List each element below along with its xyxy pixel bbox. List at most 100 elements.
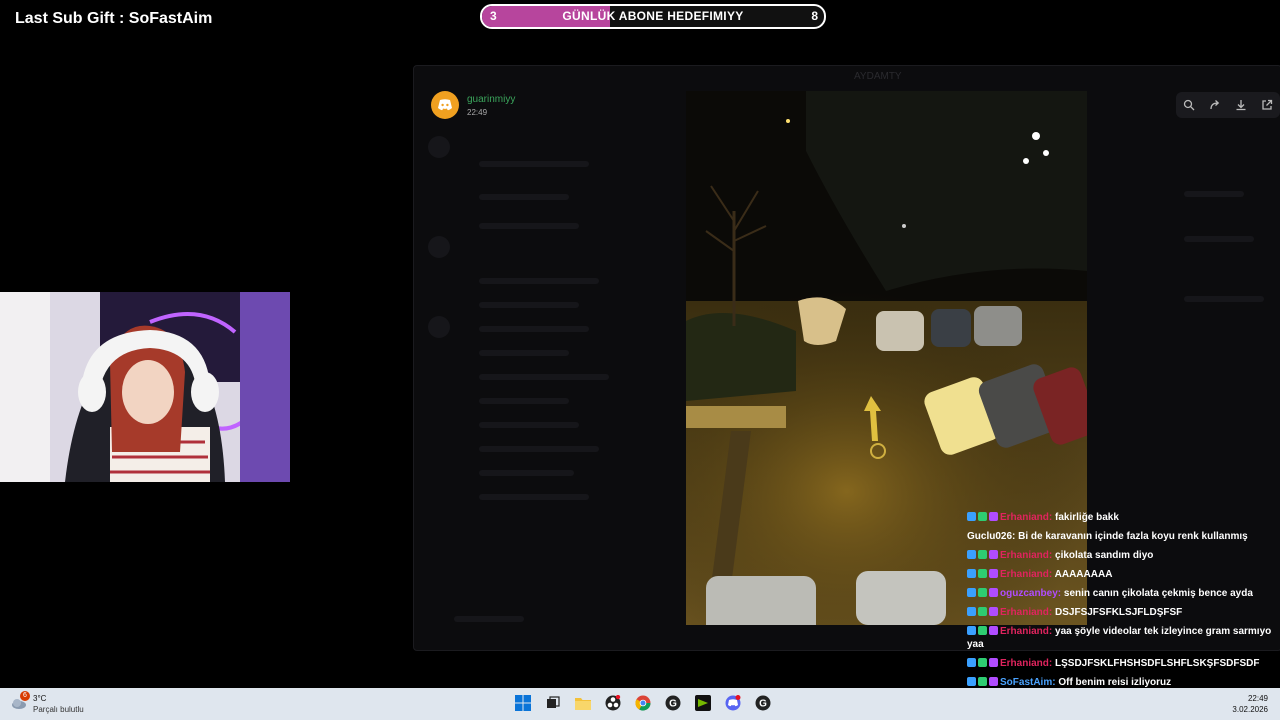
channel-item — [479, 494, 589, 500]
server-icon — [428, 236, 450, 258]
chat-badge-icon — [978, 607, 987, 616]
chat-badge-icon — [978, 550, 987, 559]
svg-text:G: G — [759, 699, 767, 710]
chat-badge-icon — [989, 569, 998, 578]
chat-message: oguzcanbey: senin canın çikolata çekmiş … — [967, 587, 1275, 600]
member-item — [1184, 296, 1264, 302]
stream-chat: Erhaniand: fakirliğe bakk Guclu026: Bi de… — [967, 511, 1275, 714]
viewer-toolbar — [1176, 92, 1280, 118]
chat-badge-icon — [967, 677, 976, 686]
chat-text: senin canın çikolata çekmiş bence ayda — [1061, 588, 1253, 599]
channel-item — [479, 398, 569, 404]
chat-badge-icon — [967, 550, 976, 559]
svg-text:G: G — [669, 699, 677, 710]
chat-badge-icon — [989, 677, 998, 686]
user-panel — [454, 616, 524, 622]
windows-start-icon[interactable] — [512, 692, 534, 714]
taskbar-apps: G G — [512, 692, 774, 714]
file-explorer-icon[interactable] — [572, 692, 594, 714]
open-external-icon[interactable] — [1259, 97, 1275, 113]
discord-icon[interactable] — [722, 692, 744, 714]
channel-item — [479, 161, 589, 167]
chat-message: Guclu026: Bi de karavanın içinde fazla k… — [967, 530, 1275, 543]
chat-badge-icon — [967, 588, 976, 597]
discord-window-title: AYDAMTY — [854, 71, 902, 82]
streamer-webcam-image — [0, 292, 290, 482]
task-view-icon[interactable] — [542, 692, 564, 714]
chat-username[interactable]: Erhaniand: — [1000, 607, 1052, 618]
chat-username[interactable]: Erhaniand: — [1000, 626, 1052, 637]
discord-logo-icon — [438, 99, 452, 111]
chat-badge-icon — [989, 512, 998, 521]
chat-text: DSJFSJFSFKLSJFLDŞFSF — [1052, 607, 1183, 618]
channel-item — [479, 350, 569, 356]
chat-text: Bi de karavanın içinde fazla koyu renk k… — [1015, 531, 1248, 542]
channel-item — [479, 278, 599, 284]
chat-message: Erhaniand: DSJFSJFSFKLSJFLDŞFSF — [967, 606, 1275, 619]
channel-item — [479, 422, 579, 428]
channel-item — [479, 470, 574, 476]
chat-text: AAAAAAAA — [1052, 569, 1113, 580]
forward-icon[interactable] — [1207, 97, 1223, 113]
server-icon — [428, 316, 450, 338]
windows-taskbar: 6 3°C Parçalı bulutlu G G 22:49 3.02.202… — [0, 688, 1280, 720]
chat-badge-icon — [967, 658, 976, 667]
channel-item — [479, 446, 599, 452]
chat-badge-icon — [978, 588, 987, 597]
chat-username[interactable]: oguzcanbey: — [1000, 588, 1061, 599]
chat-badge-icon — [978, 626, 987, 635]
chat-badge-icon — [989, 607, 998, 616]
taskbar-date[interactable]: 3.02.2026 — [1232, 705, 1268, 714]
chrome-icon[interactable] — [632, 692, 654, 714]
zoom-icon[interactable] — [1181, 97, 1197, 113]
chat-message: Erhaniand: LŞSDJFSKLFHSHSDFLSHFLSKŞFSDFS… — [967, 657, 1275, 670]
chat-message: Erhaniand: yaa şöyle videolar tek izleyi… — [967, 625, 1275, 651]
last-sub-gift-label: Last Sub Gift : SoFastAim — [15, 10, 213, 27]
channel-item — [479, 326, 589, 332]
chat-badge-icon — [967, 626, 976, 635]
taskbar-time[interactable]: 22:49 — [1248, 694, 1268, 703]
chat-message: Erhaniand: çikolata sandım diyo — [967, 549, 1275, 562]
chat-message: Erhaniand: fakirliğe bakk — [967, 511, 1275, 524]
chat-text: fakirliğe bakk — [1052, 512, 1119, 523]
chat-badge-icon — [967, 607, 976, 616]
chat-badge-icon — [967, 569, 976, 578]
discord-avatar[interactable] — [431, 91, 459, 119]
chat-username[interactable]: Guclu026: — [967, 531, 1015, 542]
chat-username[interactable]: Erhaniand: — [1000, 658, 1052, 669]
sub-goal-target: 8 — [811, 9, 818, 23]
chat-badge-icon — [989, 588, 998, 597]
chat-badge-icon — [989, 550, 998, 559]
chat-badge-icon — [978, 569, 987, 578]
channel-item — [479, 194, 569, 200]
chat-badge-icon — [989, 626, 998, 635]
sub-goal-title: GÜNLÜK ABONE HEDEFIMIYY — [562, 9, 744, 23]
member-item — [1184, 236, 1254, 242]
chat-badge-icon — [978, 512, 987, 521]
weather-badge: 6 — [20, 691, 30, 701]
sub-goal-bar: 3 GÜNLÜK ABONE HEDEFIMIYY 8 — [480, 4, 826, 29]
app-g2-icon[interactable]: G — [752, 692, 774, 714]
chat-message: Erhaniand: AAAAAAAA — [967, 568, 1275, 581]
member-item — [1184, 191, 1244, 197]
chat-username[interactable]: Erhaniand: — [1000, 550, 1052, 561]
server-icon — [428, 136, 450, 158]
chat-badge-icon — [989, 658, 998, 667]
chat-badge-icon — [967, 512, 976, 521]
viewer-username[interactable]: guarinmiyy — [467, 94, 515, 105]
chat-badge-icon — [978, 658, 987, 667]
download-icon[interactable] — [1233, 97, 1249, 113]
obs-icon[interactable] — [602, 692, 624, 714]
chat-text: Off benim reisi izliyoruz — [1055, 677, 1172, 688]
chat-username[interactable]: Erhaniand: — [1000, 569, 1052, 580]
chat-username[interactable]: SoFastAim: — [1000, 677, 1056, 688]
chat-text: çikolata sandım diyo — [1052, 550, 1154, 561]
nvidia-icon[interactable] — [692, 692, 714, 714]
channel-item — [479, 374, 609, 380]
weather-description: Parçalı bulutlu — [33, 705, 84, 714]
chat-text: LŞSDJFSKLFHSHSDFLSHFLSKŞFSDFSDF — [1052, 658, 1260, 669]
weather-temperature: 3°C — [33, 694, 47, 703]
app-g-icon[interactable]: G — [662, 692, 684, 714]
channel-item — [479, 223, 579, 229]
chat-username[interactable]: Erhaniand: — [1000, 512, 1052, 523]
